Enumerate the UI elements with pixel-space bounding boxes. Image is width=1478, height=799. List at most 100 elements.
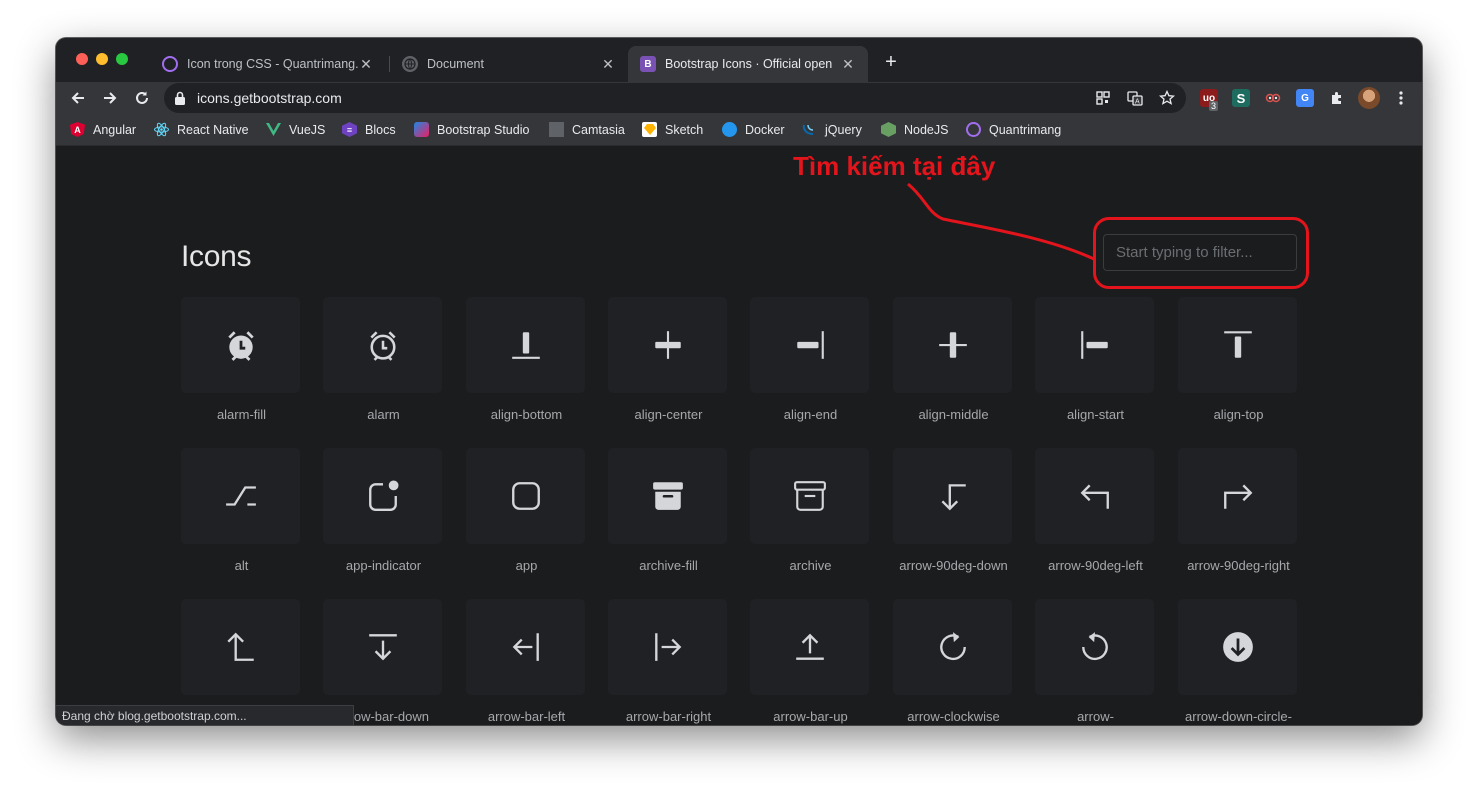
icon-card[interactable]: arrow-90deg-down <box>893 448 1014 573</box>
bookmark-sketch[interactable]: Sketch <box>642 122 703 137</box>
align-end-icon <box>796 331 824 359</box>
icon-name: arrow-down-circle- <box>1185 709 1292 724</box>
address-bar[interactable]: icons.getbootstrap.com A <box>164 83 1186 113</box>
bookmark-label: Bootstrap Studio <box>437 122 530 137</box>
icon-card[interactable]: archive-fill <box>608 448 729 573</box>
tab-quantrimang[interactable]: Icon trong CSS - Quantrimang. ✕ <box>150 46 386 82</box>
icon-tile[interactable] <box>1035 599 1154 695</box>
tab-bootstrap-icons[interactable]: B Bootstrap Icons · Official open ✕ <box>628 46 868 82</box>
icon-name: arrow-bar-up <box>773 709 848 724</box>
icon-tile[interactable] <box>1035 448 1154 544</box>
bookmark-camtasia[interactable]: Camtasia <box>549 122 625 137</box>
icon-card[interactable]: arrow-bar-left <box>466 599 587 724</box>
icon-tile[interactable] <box>1178 297 1297 393</box>
icon-tile[interactable] <box>181 599 300 695</box>
icon-name: arrow-90deg-left <box>1048 558 1143 573</box>
arrow-bar-right-icon <box>654 633 681 661</box>
icon-tile[interactable] <box>750 297 869 393</box>
new-tab-button[interactable]: + <box>879 50 903 74</box>
icon-tile[interactable] <box>1035 297 1154 393</box>
star-bookmark-icon[interactable] <box>1158 89 1176 107</box>
icon-name: alt <box>234 558 249 573</box>
icon-card[interactable]: arrow-clockwise <box>893 599 1014 724</box>
minimize-window-button[interactable] <box>96 53 108 65</box>
icon-card[interactable]: alarm-fill <box>181 297 302 422</box>
reload-button[interactable] <box>132 88 152 108</box>
translate-icon[interactable]: A <box>1126 89 1144 107</box>
close-tab-icon[interactable]: ✕ <box>840 56 856 73</box>
bookmark-blocs[interactable]: ≡ Blocs <box>342 122 396 137</box>
back-button[interactable] <box>68 88 88 108</box>
icon-card[interactable]: align-bottom <box>466 297 587 422</box>
icon-card[interactable]: align-end <box>750 297 871 422</box>
puzzle-extensions-icon[interactable] <box>1328 89 1346 107</box>
bookmark-quantrimang[interactable]: Quantrimang <box>966 122 1061 137</box>
icon-card[interactable]: align-top <box>1178 297 1299 422</box>
icon-card[interactable]: align-center <box>608 297 729 422</box>
bookmark-docker[interactable]: Docker <box>722 122 785 137</box>
google-translate-extension-icon[interactable]: G <box>1296 89 1314 107</box>
archive-fill-icon <box>652 482 683 510</box>
bookmark-jquery[interactable]: jQuery <box>802 122 862 137</box>
close-tab-icon[interactable]: ✕ <box>600 56 616 73</box>
icon-tile[interactable] <box>466 297 585 393</box>
menu-dots-icon[interactable] <box>1392 89 1410 107</box>
icon-name: arrow-bar-right <box>625 709 712 724</box>
icon-card[interactable]: align-start <box>1035 297 1156 422</box>
align-middle-icon <box>938 332 967 358</box>
icon-tile[interactable] <box>608 599 727 695</box>
icon-tile[interactable] <box>323 599 442 695</box>
icon-tile[interactable] <box>750 448 869 544</box>
bookmark-label: Sketch <box>665 122 704 137</box>
app-icon <box>511 482 540 510</box>
icon-card[interactable]: arrow-bar-up <box>750 599 871 724</box>
icon-card[interactable]: align-middle <box>893 297 1014 422</box>
close-tab-icon[interactable]: ✕ <box>358 56 374 73</box>
icon-card[interactable]: arrow-bar-right <box>608 599 729 724</box>
bookmark-label: React Native <box>177 122 249 137</box>
close-window-button[interactable] <box>76 53 88 65</box>
icon-name: arrow-clockwise <box>907 709 1000 724</box>
icon-card[interactable]: app-indicator <box>323 448 444 573</box>
icon-tile[interactable] <box>1178 448 1297 544</box>
owl-extension-icon[interactable] <box>1264 89 1282 107</box>
icon-card[interactable]: arrow- <box>1035 599 1156 724</box>
icon-tile[interactable] <box>181 297 300 393</box>
qr-code-icon[interactable] <box>1094 89 1112 107</box>
s-extension-icon[interactable]: S <box>1232 89 1250 107</box>
icon-card[interactable]: alt <box>181 448 302 573</box>
icon-tile[interactable] <box>608 448 727 544</box>
icon-name: align-middle <box>918 407 989 422</box>
bookmark-nodejs[interactable]: NodeJS <box>881 122 948 137</box>
maximize-window-button[interactable] <box>116 53 128 65</box>
icon-tile[interactable] <box>323 297 442 393</box>
bookmark-bootstrap-studio[interactable]: Bootstrap Studio <box>414 122 529 137</box>
bookmark-react-native[interactable]: React Native <box>154 122 249 137</box>
icon-card[interactable]: arrow-90deg-right <box>1178 448 1299 573</box>
icon-tile[interactable] <box>893 297 1012 393</box>
tab-document[interactable]: Document ✕ <box>390 46 628 82</box>
archive-icon <box>793 481 826 511</box>
icon-tile[interactable] <box>893 448 1012 544</box>
annotation-highlight-ring <box>1093 217 1309 289</box>
icon-card[interactable]: archive <box>750 448 871 573</box>
icon-tile[interactable] <box>466 448 585 544</box>
icon-card[interactable]: alarm <box>323 297 444 422</box>
icon-card[interactable]: app <box>466 448 587 573</box>
icon-card[interactable]: arrow-90deg-left <box>1035 448 1156 573</box>
icon-tile[interactable] <box>323 448 442 544</box>
bookmark-angular[interactable]: A Angular <box>70 122 136 137</box>
bootstrap-icon: B <box>640 56 656 72</box>
bookmark-label: Docker <box>745 122 785 137</box>
icon-card[interactable]: arrow-down-circle- <box>1178 599 1299 724</box>
icon-tile[interactable] <box>1178 599 1297 695</box>
icon-tile[interactable] <box>608 297 727 393</box>
forward-button[interactable] <box>100 88 120 108</box>
icon-tile[interactable] <box>893 599 1012 695</box>
icon-tile[interactable] <box>750 599 869 695</box>
icon-tile[interactable] <box>181 448 300 544</box>
icon-tile[interactable] <box>466 599 585 695</box>
avatar[interactable] <box>1358 87 1380 109</box>
icon-name: app <box>515 558 538 573</box>
bookmark-vuejs[interactable]: VueJS <box>266 122 325 137</box>
